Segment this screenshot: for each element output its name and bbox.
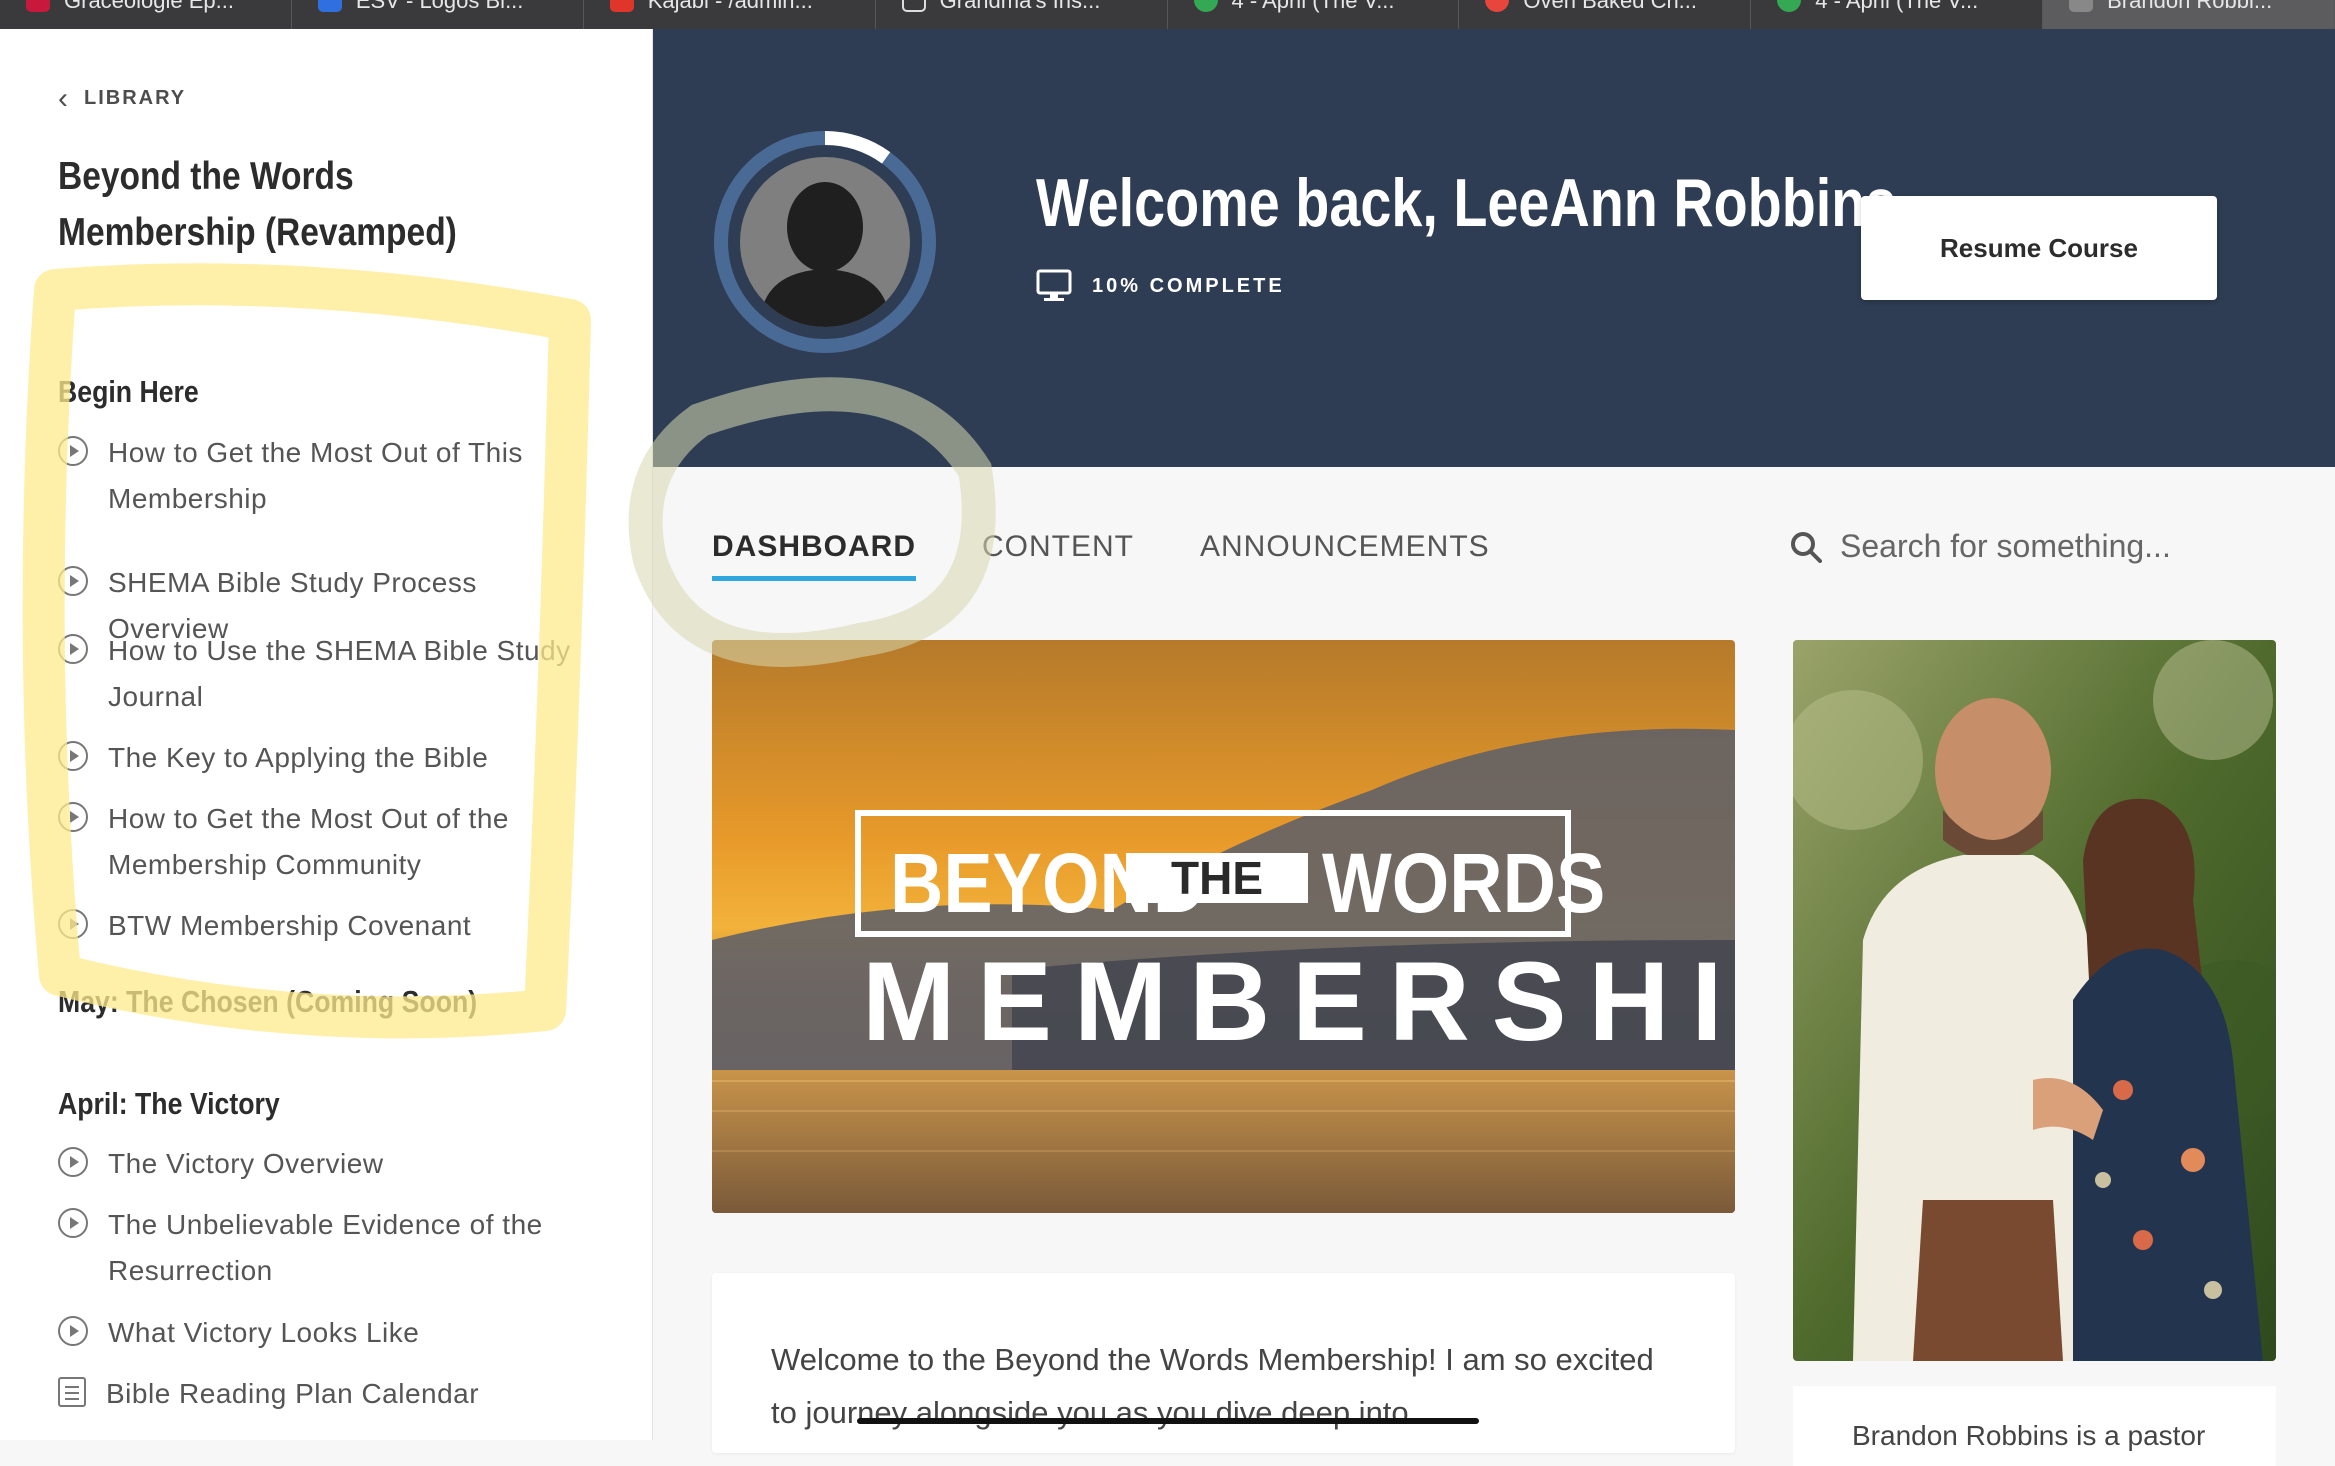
play-circle-icon [58, 741, 88, 771]
browser-tab-label: 4 - April (The V... [1815, 0, 1979, 13]
lesson-label: The Key to Applying the Bible [108, 742, 489, 773]
favicon-icon [609, 0, 634, 12]
section-title: May: The Chosen (Coming Soon) [58, 984, 478, 1019]
progress-text: 10% COMPLETE [1092, 274, 1285, 297]
browser-tab-label: Graceologie Ep... [64, 0, 234, 13]
section-title: April: The Victory [58, 1086, 280, 1121]
play-circle-icon [58, 436, 88, 466]
play-circle-icon [58, 634, 88, 664]
user-silhouette-icon [760, 182, 890, 327]
banner-text-words: WORDS [1322, 836, 1605, 930]
search-input[interactable] [1840, 528, 2290, 565]
play-circle-icon [58, 1316, 88, 1346]
lesson-label: Bible Reading Plan Calendar [106, 1378, 480, 1409]
play-circle-icon [58, 1147, 88, 1177]
play-circle-icon [58, 1208, 88, 1238]
lesson-item[interactable]: The Unbelievable Evidence of the Resurre… [58, 1202, 598, 1294]
browser-tab[interactable]: 4 - April (The V... [1168, 0, 1460, 29]
resume-course-button[interactable]: Resume Course [1861, 196, 2217, 300]
favicon-icon [901, 0, 926, 12]
section-title: Begin Here [58, 374, 199, 409]
favicon-icon [317, 0, 342, 12]
browser-tab-label: Grandma's Ins... [939, 0, 1101, 13]
favicon-icon [1485, 0, 1510, 12]
browser-tab-label: 4 - April (The V... [1231, 0, 1395, 13]
search-bar [1790, 528, 2290, 565]
lesson-label: The Unbelievable Evidence of the Resurre… [108, 1209, 543, 1286]
browser-tab[interactable]: ESV - Logos Bi... [292, 0, 584, 29]
lesson-label: The Victory Overview [108, 1148, 384, 1179]
progress-status: 10% COMPLETE [1036, 269, 1285, 303]
lesson-item[interactable]: How to Use the SHEMA Bible Study Journal [58, 628, 598, 720]
lesson-label: What Victory Looks Like [108, 1317, 420, 1348]
lesson-item[interactable]: How to Get the Most Out of the Membershi… [58, 796, 598, 888]
course-hero: Welcome back, LeeAnn Robbins 10% COMPLET… [653, 29, 2335, 467]
lesson-label: How to Use the SHEMA Bible Study Journal [108, 635, 571, 712]
banner-text-membership: MEMBERSHIP [862, 939, 1735, 1064]
browser-tab[interactable]: Oven Baked Ch... [1459, 0, 1752, 29]
monitor-icon [1036, 269, 1072, 301]
membership-banner: BEYOND THE WORDS MEMBERSHIP [712, 640, 1735, 1213]
tab-announcements[interactable]: ANNOUNCEMENTS [1200, 530, 1490, 581]
bio-text: Brandon Robbins is a pastor [1852, 1420, 2206, 1451]
browser-tab-label: Kajabi - /admin... [647, 0, 813, 13]
favicon-icon [26, 0, 50, 12]
avatar [740, 157, 910, 327]
course-sidebar: ‹ LIBRARY Beyond the Words Membership (R… [0, 29, 653, 1440]
sunset-banner-image: BEYOND THE WORDS MEMBERSHIP [712, 640, 1735, 1213]
play-circle-icon [58, 802, 88, 832]
tab-dashboard[interactable]: DASHBOARD [712, 530, 916, 581]
browser-tab[interactable]: 4 - April (The V... [1751, 0, 2044, 29]
tab-content[interactable]: CONTENT [982, 530, 1134, 581]
progress-avatar [710, 127, 940, 357]
lesson-item[interactable]: How to Get the Most Out of This Membersh… [58, 430, 598, 522]
browser-tab-label: ESV - Logos Bi... [355, 0, 524, 13]
browser-tab-strip: Graceologie Ep... ESV - Logos Bi... Kaja… [0, 0, 2335, 29]
favicon-icon [2069, 0, 2094, 12]
search-icon [1791, 531, 1822, 563]
browser-tab-label: Oven Baked Ch... [1523, 0, 1698, 13]
couple-photo-image [1793, 640, 2276, 1361]
lesson-item[interactable]: The Victory Overview [58, 1141, 598, 1187]
lesson-label: How to Get the Most Out of This Membersh… [108, 437, 523, 514]
library-back-link[interactable]: ‹ LIBRARY [58, 81, 187, 115]
lesson-label: BTW Membership Covenant [108, 910, 472, 941]
browser-tab[interactable]: Grandma's Ins... [876, 0, 1168, 29]
browser-tab-active[interactable]: Brandon Robbi... [2043, 0, 2335, 29]
couple-photo [1793, 640, 2276, 1361]
welcome-card: Welcome to the Beyond the Words Membersh… [712, 1273, 1735, 1453]
lesson-item[interactable]: Bible Reading Plan Calendar [58, 1371, 598, 1417]
play-circle-icon [58, 909, 88, 939]
content-tabs: DASHBOARD CONTENT ANNOUNCEMENTS [712, 530, 1556, 581]
lesson-label: How to Get the Most Out of the Membershi… [108, 803, 509, 880]
scribble-line [857, 1418, 1479, 1424]
document-icon [58, 1377, 86, 1407]
lesson-item[interactable]: BTW Membership Covenant [58, 903, 598, 949]
chevron-left-icon: ‹ [58, 81, 70, 115]
lesson-item[interactable]: What Victory Looks Like [58, 1310, 598, 1356]
course-title: Beyond the Words Membership (Revamped) [58, 155, 457, 254]
browser-tab[interactable]: Kajabi - /admin... [584, 0, 876, 29]
banner-text-the: THE [1171, 852, 1263, 904]
library-label: LIBRARY [84, 87, 187, 109]
browser-tab-label: Brandon Robbi... [2107, 0, 2273, 13]
play-circle-icon [58, 566, 88, 596]
lesson-item[interactable]: The Key to Applying the Bible [58, 735, 598, 781]
browser-tab[interactable]: Graceologie Ep... [0, 0, 292, 29]
progress-arc [824, 131, 891, 164]
favicon-icon [1777, 0, 1802, 12]
welcome-heading: Welcome back, LeeAnn Robbins [1036, 165, 1897, 241]
bio-card: Brandon Robbins is a pastor [1793, 1386, 2276, 1466]
favicon-icon [1193, 0, 1218, 12]
